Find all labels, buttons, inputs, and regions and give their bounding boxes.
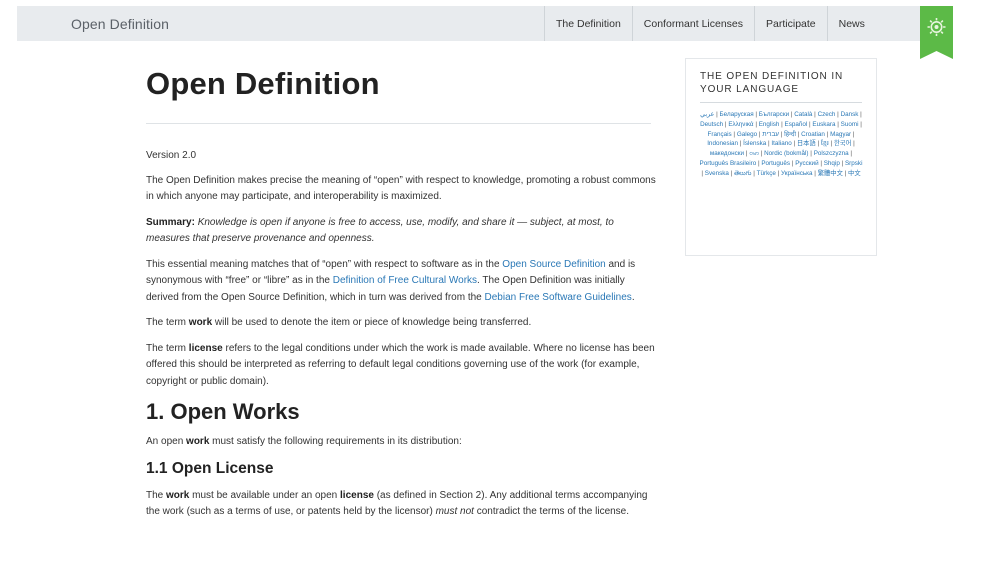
- language-link[interactable]: Srpski: [845, 160, 863, 167]
- nav-participate[interactable]: Participate: [754, 6, 827, 41]
- nav-news[interactable]: News: [826, 6, 876, 41]
- language-link[interactable]: ဗမာ: [749, 150, 759, 157]
- title-divider: [146, 123, 651, 124]
- language-link[interactable]: 한국어: [834, 140, 851, 147]
- section-open-license-heading: 1.1 Open License: [146, 459, 274, 477]
- brand-link[interactable]: Open Definition: [71, 16, 169, 32]
- language-link[interactable]: عربي: [700, 111, 714, 118]
- language-link[interactable]: తెలుగు: [734, 170, 751, 177]
- article: Open Definition Version 2.0 The Open Def…: [146, 66, 656, 530]
- license-term-paragraph: The term license refers to the legal con…: [146, 342, 655, 387]
- nav-conformant-licenses[interactable]: Conformant Licenses: [631, 6, 754, 41]
- language-link[interactable]: עברית: [762, 131, 779, 138]
- osd-paragraph: This essential meaning matches that of “…: [146, 258, 636, 303]
- language-link[interactable]: Português: [761, 160, 790, 167]
- language-link[interactable]: Magyar: [830, 131, 851, 138]
- language-link[interactable]: 中文: [848, 170, 861, 177]
- language-link[interactable]: Galego: [737, 131, 757, 138]
- work-term-paragraph: The term work will be used to denote the…: [146, 317, 532, 328]
- language-link[interactable]: Русский: [795, 160, 818, 167]
- language-separator: |: [848, 150, 853, 158]
- language-link[interactable]: Català: [794, 111, 812, 118]
- language-link[interactable]: Croatian: [801, 131, 825, 138]
- language-link[interactable]: Português Brasileiro: [700, 160, 757, 167]
- open-license-paragraph: The work must be available under an open…: [146, 489, 648, 518]
- page-title: Open Definition: [146, 66, 380, 101]
- language-separator: |: [851, 130, 855, 138]
- language-link[interactable]: Deutsch: [700, 121, 723, 128]
- language-link[interactable]: Czech: [818, 111, 836, 118]
- language-link[interactable]: Español: [785, 121, 808, 128]
- language-link[interactable]: Italiano: [771, 140, 791, 147]
- intro-paragraph: The Open Definition makes precise the me…: [146, 174, 656, 203]
- language-link[interactable]: Ελληνικά: [728, 121, 753, 128]
- open-works-paragraph: An open work must satisfy the following …: [146, 436, 462, 447]
- language-link[interactable]: 繁體中文: [818, 170, 843, 177]
- language-link[interactable]: Polszczyzna: [814, 150, 849, 157]
- summary-text: Knowledge is open if anyone is free to a…: [146, 216, 614, 245]
- language-list: عربي | Беларуская | Български | Català |…: [698, 110, 864, 179]
- language-link[interactable]: Беларуская: [720, 111, 754, 118]
- language-link[interactable]: Suomi: [841, 121, 859, 128]
- summary-paragraph: Summary: Knowledge is open if anyone is …: [146, 215, 656, 248]
- language-link[interactable]: ខ្មែរ: [821, 140, 829, 147]
- language-link[interactable]: Türkçe: [757, 170, 776, 177]
- okfn-ribbon-icon[interactable]: [920, 6, 953, 59]
- language-separator: |: [858, 111, 862, 118]
- language-separator: |: [858, 120, 862, 128]
- language-link[interactable]: Українська: [781, 170, 813, 177]
- summary-label: Summary:: [146, 216, 195, 228]
- language-link[interactable]: Nordic (bokmål): [764, 150, 808, 157]
- language-link[interactable]: Shqip: [824, 160, 840, 167]
- language-link[interactable]: Euskara: [812, 121, 835, 128]
- main-nav: The Definition Conformant Licenses Parti…: [544, 6, 876, 41]
- language-link[interactable]: English: [759, 121, 780, 128]
- sidebar-title: THE OPEN DEFINITION IN YOUR LANGUAGE: [700, 71, 844, 95]
- language-link[interactable]: македонски: [710, 150, 744, 157]
- language-link[interactable]: Български: [759, 111, 789, 118]
- language-link[interactable]: Dansk: [841, 111, 859, 118]
- nav-the-definition[interactable]: The Definition: [544, 6, 632, 41]
- language-link[interactable]: Indonesian: [707, 140, 738, 147]
- open-source-definition-link[interactable]: Open Source Definition: [502, 259, 605, 270]
- language-sidebar: THE OPEN DEFINITION IN YOUR LANGUAGE عرب…: [685, 58, 877, 256]
- debian-guidelines-link[interactable]: Debian Free Software Guidelines: [485, 292, 632, 303]
- language-separator: |: [851, 140, 855, 148]
- section-open-works-heading: 1. Open Works: [146, 399, 300, 424]
- language-link[interactable]: 日本語: [797, 140, 816, 147]
- free-cultural-works-link[interactable]: Definition of Free Cultural Works: [333, 275, 477, 286]
- top-navbar: Open Definition The Definition Conforman…: [17, 6, 952, 41]
- sidebar-divider: [700, 102, 862, 103]
- language-link[interactable]: Íslenska: [743, 140, 766, 147]
- version-text: Version 2.0: [146, 150, 197, 161]
- language-link[interactable]: Svenska: [705, 170, 729, 177]
- language-link[interactable]: Français: [708, 131, 732, 138]
- language-link[interactable]: हिन्दी: [784, 131, 796, 138]
